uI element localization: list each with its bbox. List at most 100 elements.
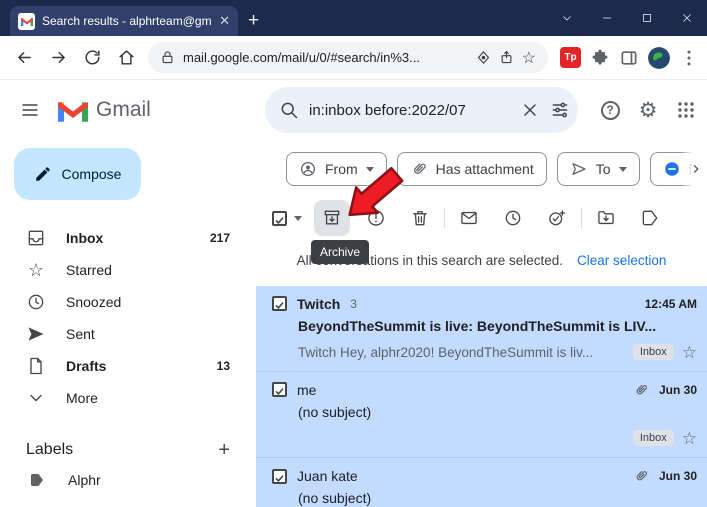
search-options-icon[interactable]	[550, 100, 570, 120]
filter-chip-to[interactable]: To	[556, 152, 640, 186]
move-to-button[interactable]	[588, 200, 624, 236]
email-subject: BeyondTheSummit is live: BeyondTheSummit…	[298, 317, 657, 334]
move-folder-icon	[598, 211, 614, 225]
inbox-count: 217	[209, 231, 230, 245]
url-text: mail.google.com/mail/u/0/#search/in%3...	[183, 50, 421, 65]
new-tab-button[interactable]: +	[248, 11, 259, 30]
email-sender: Twitch	[297, 295, 341, 312]
select-dropdown-icon[interactable]	[294, 215, 302, 221]
settings-gear-icon[interactable]: ⚙	[629, 90, 667, 130]
filter-chips-row: From Has attachment To D	[256, 140, 707, 196]
address-bar[interactable]: mail.google.com/mail/u/0/#search/in%3...…	[148, 42, 548, 73]
email-row[interactable]: Juan kate Jun 30 (no subject)	[256, 458, 707, 507]
home-icon[interactable]	[110, 42, 142, 74]
snooze-button[interactable]	[495, 200, 531, 236]
sidebar-item-label: Drafts	[66, 358, 107, 374]
browser-menu-icon[interactable]	[679, 48, 699, 68]
search-bar[interactable]: in:inbox before:2022/07	[265, 87, 578, 133]
sidebar-label-alphr[interactable]: Alphr	[0, 464, 256, 496]
maximize-button[interactable]	[627, 0, 667, 36]
email-row[interactable]: Twitch 3 12:45 AM BeyondTheSummit is liv…	[256, 286, 707, 372]
label-name: Alphr	[68, 472, 101, 488]
chevron-right-icon	[693, 165, 699, 173]
tab-close-icon[interactable]: ✕	[219, 13, 230, 29]
chips-scroll-right[interactable]	[681, 150, 707, 188]
help-icon[interactable]: ?	[591, 90, 629, 130]
email-time: 12:45 AM	[644, 296, 697, 311]
tab-search-chevron-icon[interactable]	[547, 0, 587, 36]
toolbar-divider	[581, 208, 582, 228]
paperclip-icon	[630, 465, 653, 488]
clear-search-icon[interactable]	[520, 100, 540, 120]
row-checkbox[interactable]	[272, 296, 287, 312]
email-row[interactable]: me Jun 30 (no subject) Inbox ☆	[256, 372, 707, 458]
inbox-icon	[26, 228, 46, 248]
sidebar-item-more[interactable]: More	[0, 382, 256, 414]
extensions-puzzle-icon[interactable]	[590, 48, 610, 68]
email-subject: (no subject)	[298, 490, 372, 506]
email-list: Twitch 3 12:45 AM BeyondTheSummit is liv…	[256, 286, 707, 507]
paperclip-icon	[630, 379, 653, 402]
gmail-logo-text: Gmail	[96, 98, 151, 121]
send-to-icon	[570, 160, 588, 178]
gmail-header: Gmail in:inbox before:2022/07 ? ⚙	[0, 80, 707, 140]
profile-avatar[interactable]	[648, 46, 670, 69]
row-checkbox[interactable]	[272, 382, 287, 398]
sidebar-item-label: Snoozed	[66, 294, 122, 310]
row-checkbox[interactable]	[272, 468, 287, 484]
sidebar-item-label: Inbox	[66, 230, 104, 246]
task-check-icon	[549, 210, 566, 226]
google-apps-icon[interactable]	[667, 90, 705, 130]
side-panel-icon[interactable]	[619, 48, 639, 68]
gmail-logo[interactable]: Gmail	[58, 98, 151, 122]
sidebar-item-starred[interactable]: ☆ Starred	[0, 254, 256, 286]
sidebar-item-label: More	[66, 390, 98, 406]
labels-heading: Labels	[26, 441, 74, 458]
star-icon[interactable]: ☆	[682, 344, 697, 361]
browser-navbar: mail.google.com/mail/u/0/#search/in%3...…	[0, 36, 707, 80]
create-label-icon[interactable]: +	[218, 439, 230, 462]
select-all-checkbox[interactable]	[272, 210, 287, 226]
snooze-clock-icon	[505, 210, 521, 226]
star-icon[interactable]: ☆	[682, 430, 697, 447]
select-all-control[interactable]	[272, 210, 302, 226]
browser-titlebar: Search results - alphrteam@gma ✕ +	[0, 0, 707, 36]
close-window-button[interactable]	[667, 0, 707, 36]
mark-read-button[interactable]	[451, 200, 487, 236]
hamburger-menu-icon[interactable]	[6, 86, 54, 134]
email-time: Jun 30	[658, 469, 697, 483]
sidebar-item-drafts[interactable]: Drafts 13	[0, 350, 256, 382]
sidebar-item-inbox[interactable]: Inbox 217	[0, 222, 256, 254]
email-snippet: Twitch Hey, alphr2020! BeyondTheSummit i…	[298, 344, 594, 360]
browser-tab[interactable]: Search results - alphrteam@gma ✕	[10, 6, 238, 36]
inbox-badge: Inbox	[632, 430, 674, 447]
chip-label: To	[595, 161, 611, 177]
label-button[interactable]	[632, 200, 668, 236]
send-icon	[26, 324, 46, 344]
compose-label: Compose	[61, 166, 122, 182]
sidebar-item-sent[interactable]: Sent	[0, 318, 256, 350]
minimize-button[interactable]	[587, 0, 627, 36]
sidebar-item-label: Sent	[66, 326, 95, 342]
action-toolbar	[256, 196, 707, 240]
eye-diamond-icon[interactable]	[476, 50, 491, 65]
add-to-tasks-button[interactable]	[539, 200, 575, 236]
reload-icon[interactable]	[76, 42, 108, 74]
gmail-m-icon	[58, 101, 88, 122]
bookmark-star-icon[interactable]: ☆	[522, 48, 536, 68]
filter-chip-has-attachment[interactable]: Has attachment	[396, 152, 547, 186]
back-icon[interactable]	[8, 42, 40, 74]
share-icon[interactable]	[499, 50, 514, 65]
sidebar-item-snoozed[interactable]: Snoozed	[0, 286, 256, 318]
forward-icon[interactable]	[42, 42, 74, 74]
compose-button[interactable]: Compose	[14, 148, 141, 200]
clear-selection-link[interactable]: Clear selection	[577, 253, 666, 268]
toolbar-divider	[444, 208, 445, 228]
star-icon: ☆	[27, 260, 45, 280]
sidebar: Compose Inbox 217 ☆ Starred Snoozed Sent…	[0, 140, 256, 507]
search-input[interactable]: in:inbox before:2022/07	[309, 102, 510, 119]
email-sender: Juan kate	[297, 468, 358, 484]
annotation-arrow	[348, 166, 404, 217]
search-icon[interactable]	[279, 100, 299, 120]
tp-extension-icon[interactable]: Tp	[560, 47, 581, 68]
